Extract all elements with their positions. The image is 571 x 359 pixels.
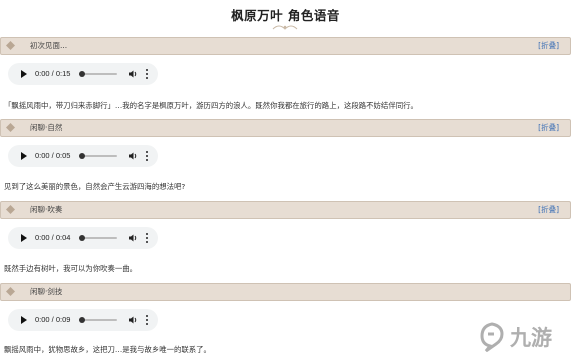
section-header[interactable]: 闲聊·自然 [折叠] <box>0 119 571 137</box>
audio-player[interactable]: 0:00 / 0:04 <box>8 227 158 249</box>
audio-player[interactable]: 0:00 / 0:05 <box>8 145 158 167</box>
audio-time: 0:00 / 0:15 <box>35 69 71 78</box>
section-title: 闲聊·自然 <box>30 123 63 132</box>
progress-knob[interactable] <box>79 71 85 77</box>
jiuyou-logo-icon <box>480 322 504 352</box>
collapse-link[interactable]: [折叠] <box>538 40 559 51</box>
play-icon[interactable] <box>21 152 27 160</box>
more-options-icon[interactable] <box>146 69 149 79</box>
diamond-ornament-icon <box>6 287 15 296</box>
voice-line-text: 「飘摇风雨中，带刀归来赤脚行」…我的名字是枫原万叶，游历四方的浪人。既然你我都在… <box>4 101 418 110</box>
progress-slider[interactable] <box>79 235 117 241</box>
watermark: 九游 <box>470 318 570 358</box>
title-ornament-icon <box>272 25 298 30</box>
volume-icon[interactable] <box>128 151 138 161</box>
audio-player[interactable]: 0:00 / 0:15 <box>8 63 158 85</box>
section-title: 初次见面... <box>30 41 68 50</box>
play-icon[interactable] <box>21 316 27 324</box>
section-title: 闲聊·吹奏 <box>30 205 63 214</box>
volume-icon[interactable] <box>128 69 138 79</box>
watermark-text: 九游 <box>510 326 552 350</box>
progress-knob[interactable] <box>79 317 85 323</box>
more-options-icon[interactable] <box>146 315 149 325</box>
progress-knob[interactable] <box>79 153 85 159</box>
voice-line-text: 飘摇风雨中，犹物思故乡，这把刀…是我与故乡唯一的联系了。 <box>4 345 211 354</box>
play-icon[interactable] <box>21 70 27 78</box>
section-header[interactable]: 闲聊·剑技 <box>0 283 571 301</box>
collapse-link[interactable]: [折叠] <box>538 122 559 133</box>
progress-slider[interactable] <box>79 153 117 159</box>
voice-line-text: 既然手边有树叶，我可以为你吹奏一曲。 <box>4 264 138 273</box>
more-options-icon[interactable] <box>146 233 149 243</box>
volume-icon[interactable] <box>128 233 138 243</box>
progress-slider[interactable] <box>79 317 117 323</box>
volume-icon[interactable] <box>128 315 138 325</box>
audio-time: 0:00 / 0:05 <box>35 151 71 160</box>
section-title: 闲聊·剑技 <box>30 287 63 296</box>
audio-player[interactable]: 0:00 / 0:09 <box>8 309 158 331</box>
voice-line-text: 见到了这么美丽的景色，自然会产生云游四海的想法吧? <box>4 182 186 191</box>
diamond-ornament-icon <box>6 205 15 214</box>
progress-knob[interactable] <box>79 235 85 241</box>
audio-time: 0:00 / 0:09 <box>35 315 71 324</box>
more-options-icon[interactable] <box>146 151 149 161</box>
audio-time: 0:00 / 0:04 <box>35 233 71 242</box>
section-header[interactable]: 初次见面... [折叠] <box>0 37 571 55</box>
collapse-link[interactable]: [折叠] <box>538 204 559 215</box>
diamond-ornament-icon <box>6 123 15 132</box>
progress-slider[interactable] <box>79 71 117 77</box>
diamond-ornament-icon <box>6 41 15 50</box>
section-header[interactable]: 闲聊·吹奏 [折叠] <box>0 201 571 219</box>
play-icon[interactable] <box>21 234 27 242</box>
